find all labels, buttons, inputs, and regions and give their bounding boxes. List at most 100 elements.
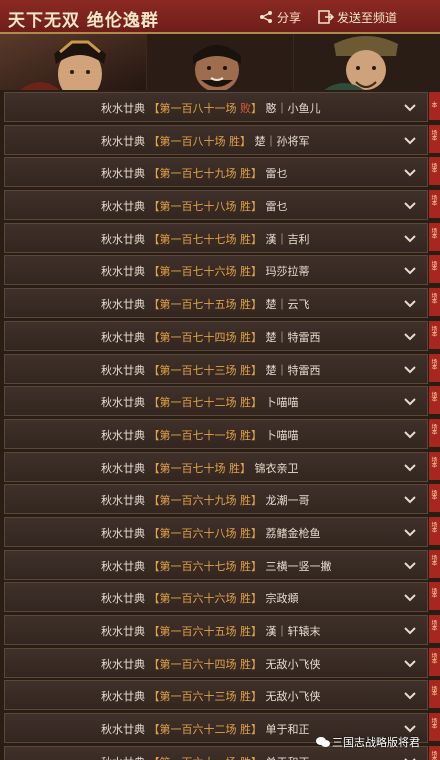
bracket-left: 【 [148, 330, 160, 344]
side-tag: 本场 [429, 255, 440, 300]
chevron-down-icon[interactable] [403, 460, 417, 474]
bracket-left: 【 [148, 592, 160, 606]
match-row[interactable]: 秋水廿典 【第一百六十八场 胜】 荔鳍金枪鱼 [4, 516, 428, 547]
chevron-down-icon[interactable] [403, 623, 417, 637]
bracket-left: 【 [148, 363, 160, 377]
chevron-down-icon[interactable] [403, 590, 417, 604]
chevron-down-icon[interactable] [403, 656, 417, 670]
chevron-down-icon[interactable] [403, 296, 417, 310]
match-row[interactable]: 秋水廿典 【第一百六十九场 胜】 龙潮一哥 [4, 484, 428, 515]
chevron-down-icon[interactable] [403, 133, 417, 147]
match-number: 第一百七十一场 [159, 428, 237, 442]
opponent-name: 漢｜吉利 [265, 232, 310, 246]
match-row[interactable]: 秋水廿典 【第一百八十一场 败】 憨｜小鱼儿 [4, 92, 428, 122]
chevron-down-icon[interactable] [403, 100, 417, 114]
chevron-down-icon[interactable] [403, 721, 417, 735]
match-result: 胜 [240, 330, 251, 344]
match-number: 第一百七十场 [159, 461, 226, 475]
match-row[interactable]: 秋水廿典 【第一百七十场 胜】 锦衣亲卫 [4, 451, 428, 482]
side-tag: 本场 [429, 418, 440, 464]
bracket-left: 【 [148, 526, 160, 540]
match-number: 第一百六十六场 [159, 592, 237, 606]
match-row-text: 秋水廿典 【第一百六十七场 胜】 三横一竖一撇 [101, 558, 332, 574]
match-result: 胜 [240, 723, 251, 737]
bracket-right: 】 [251, 559, 262, 573]
chevron-down-icon[interactable] [403, 492, 417, 506]
chevron-down-icon[interactable] [403, 688, 417, 702]
bracket-left: 【 [148, 428, 160, 442]
match-row[interactable]: 秋水廿典 【第一百七十六场 胜】 玛莎拉蒂 [4, 255, 428, 286]
match-row-text: 秋水廿典 【第一百六十九场 胜】 龙潮一哥 [101, 492, 310, 508]
match-row[interactable]: 秋水廿典 【第一百七十二场 胜】 卜喵喵 [4, 386, 428, 417]
match-row[interactable]: 秋水廿典 【第一百六十四场 胜】 无敌小飞侠 [4, 647, 428, 678]
match-row[interactable]: 秋水廿典 【第一百六十六场 胜】 宗政頫 [4, 582, 428, 613]
match-row[interactable]: 秋水廿典 【第一百七十三场 胜】 楚｜特雷西 [4, 353, 428, 384]
bracket-left: 【 [148, 723, 160, 737]
match-row[interactable]: 秋水廿典 【第一百七十九场 胜】 雷乜 [4, 157, 428, 188]
match-result: 胜 [240, 494, 251, 508]
bracket-right: 】 [251, 265, 262, 279]
chevron-down-icon[interactable] [403, 558, 417, 572]
match-list[interactable]: 秋水廿典 【第一百八十一场 败】 憨｜小鱼儿秋水廿典 【第一百八十场 胜】 楚｜… [4, 92, 428, 760]
side-tags: 本场本场本场本场本场本场本场本场本场本场本场本场本场本场本场本场本场本场本场本场… [429, 92, 440, 760]
match-row-text: 秋水廿典 【第一百七十五场 胜】 楚｜云飞 [101, 296, 310, 312]
match-row[interactable]: 秋水廿典 【第一百七十一场 胜】 卜喵喵 [4, 418, 428, 449]
match-row-text: 秋水廿典 【第一百七十九场 胜】 雷乜 [101, 165, 288, 181]
match-number: 第一百八十场 [159, 134, 226, 148]
chevron-down-icon[interactable] [403, 362, 417, 376]
match-number: 第一百七十二场 [159, 396, 237, 410]
match-row[interactable]: 秋水廿典 【第一百八十场 胜】 楚｜孙将军 [4, 124, 428, 155]
wechat-icon [316, 737, 330, 747]
chevron-down-icon[interactable] [403, 263, 417, 277]
match-number: 第一百七十八场 [159, 200, 237, 214]
bracket-right: 】 [251, 167, 262, 181]
match-row[interactable]: 秋水廿典 【第一百七十八场 胜】 雷乜 [4, 190, 428, 221]
chevron-down-icon[interactable] [403, 329, 417, 343]
side-tag: 本场 [429, 745, 440, 760]
share-button[interactable]: 分享 [258, 8, 301, 26]
match-row-text: 秋水廿典 【第一百六十二场 胜】 单于和正 [101, 721, 310, 737]
side-tag: 本场 [429, 222, 440, 268]
match-row[interactable]: 秋水廿典 【第一百七十七场 胜】 漢｜吉利 [4, 222, 428, 253]
bracket-right: 】 [251, 232, 262, 246]
bracket-right: 】 [251, 428, 262, 442]
chevron-down-icon[interactable] [403, 394, 417, 408]
match-result: 胜 [240, 526, 251, 540]
chevron-down-icon[interactable] [403, 525, 417, 539]
share-label: 分享 [277, 10, 302, 25]
match-row[interactable]: 秋水廿典 【第一百七十五场 胜】 楚｜云飞 [4, 288, 428, 319]
opponent-name: 单于和正 [266, 756, 310, 760]
match-row[interactable]: 秋水廿典 【第一百六十七场 胜】 三横一竖一撇 [4, 549, 428, 580]
match-row-text: 秋水廿典 【第一百七十二场 胜】 卜喵喵 [101, 394, 299, 410]
bracket-right: 】 [251, 657, 262, 671]
bracket-right: 】 [251, 396, 262, 410]
side-tag: 本场 [429, 647, 440, 693]
event-name: 秋水廿典 [101, 461, 145, 475]
match-row[interactable]: 秋水廿典 【第一百六十三场 胜】 无敌小飞侠 [4, 680, 428, 711]
chevron-down-icon[interactable] [403, 198, 417, 212]
page-title: 天下无双 绝伦逸群 [8, 11, 159, 31]
send-to-channel-button[interactable]: 发送至频道 [318, 8, 397, 26]
bracket-right: 】 [251, 625, 262, 638]
bracket-left: 【 [148, 200, 160, 214]
event-name: 秋水廿典 [101, 167, 145, 181]
match-row-text: 秋水廿典 【第一百八十场 胜】 楚｜孙将军 [101, 133, 310, 149]
match-row[interactable]: 秋水廿典 【第一百六十五场 胜】 漢｜轩辕末 [4, 615, 428, 645]
side-tag: 本场 [429, 320, 440, 366]
opponent-name: 无敌小飞侠 [265, 657, 321, 671]
match-row-text: 秋水廿典 【第一百七十三场 胜】 楚｜特雷西 [101, 362, 321, 378]
side-tag: 本场 [429, 190, 440, 235]
match-row[interactable]: 秋水廿典 【第一百七十四场 胜】 楚｜特雷西 [4, 320, 428, 351]
chevron-down-icon[interactable] [403, 754, 417, 760]
chevron-down-icon[interactable] [403, 165, 417, 179]
header-bar: 天下无双 绝伦逸群 分享 发送至频道 [0, 0, 440, 34]
chevron-down-icon[interactable] [403, 231, 417, 245]
match-result: 胜 [229, 134, 240, 148]
match-result: 胜 [240, 592, 251, 606]
chevron-down-icon[interactable] [403, 427, 417, 441]
match-result: 胜 [240, 167, 251, 181]
match-number: 第一百六十七场 [159, 559, 237, 573]
bracket-right: 】 [251, 102, 262, 115]
portrait-1 [0, 34, 147, 90]
match-row-text: 秋水廿典 【第一百七十六场 胜】 玛莎拉蒂 [101, 263, 310, 279]
